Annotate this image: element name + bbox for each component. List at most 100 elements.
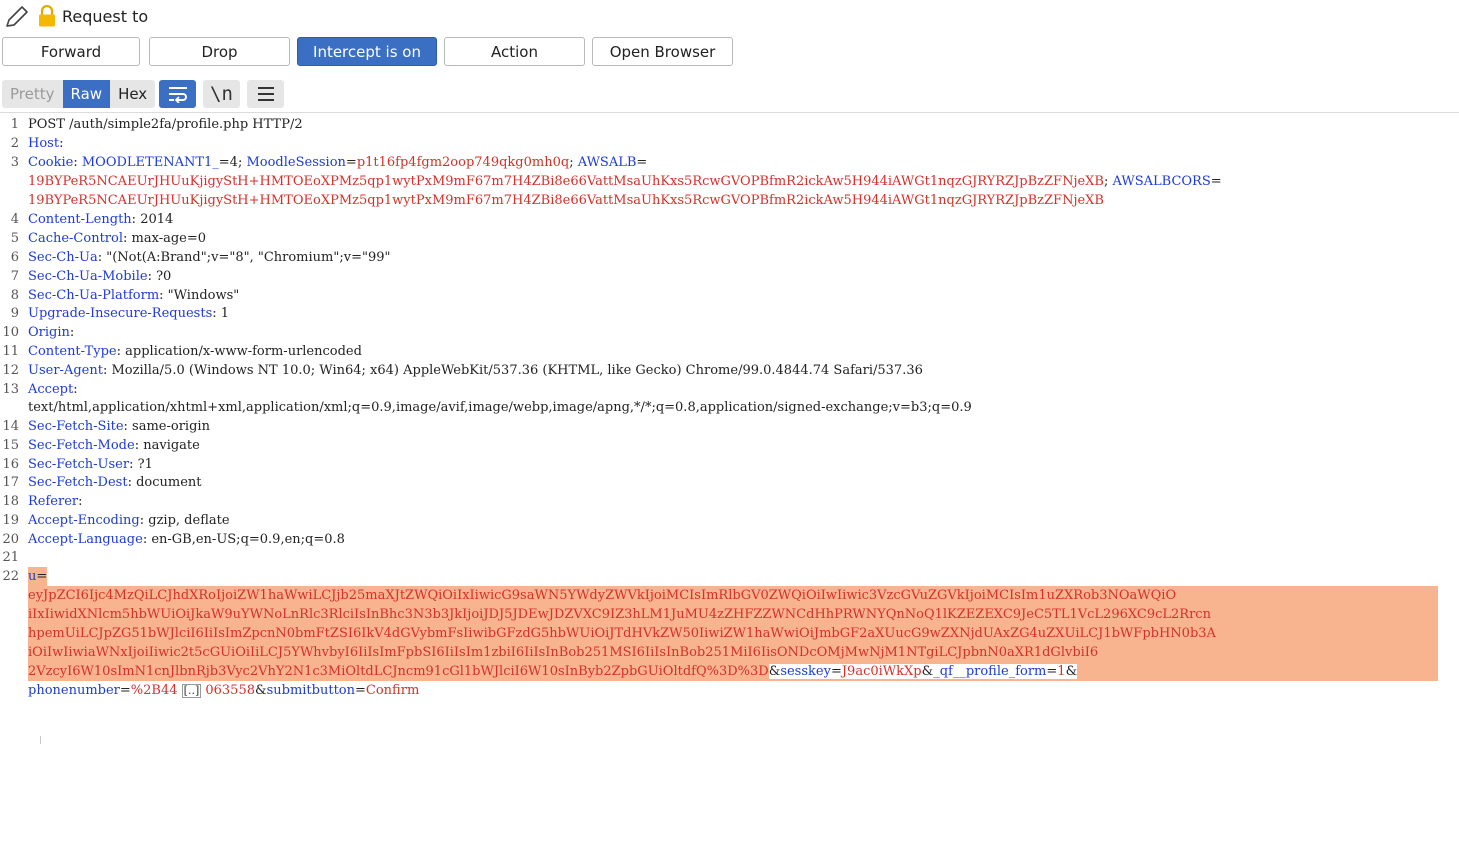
param-value: J9ac0iWkXp [841,664,922,679]
line-number: 20 [2,532,19,547]
param-value: %2B44 [130,683,178,698]
header-line: Sec-Ch-Ua-Mobile: ?0 [28,269,172,284]
forward-button[interactable]: Forward [2,37,140,66]
line-number: 16 [2,457,19,472]
header-key: Sec-Fetch-Dest [28,475,128,490]
header-key: Sec-Fetch-User [28,457,130,472]
header-line: Content-Type: application/x-www-form-url… [28,344,362,359]
header-value: 2014 [136,212,174,227]
header-line: Sec-Fetch-Mode: navigate [28,438,200,453]
cookie-line: Cookie: MOODLETENANT1_=4; MoodleSession=… [28,155,648,170]
param-value-line: iIxIiwidXNlcm5hbWUiOiJkaW9uYWNoLnRlc3Rlc… [28,607,1211,622]
header-key: Sec-Ch-Ua [28,250,98,265]
header-line: Sec-Fetch-Site: same-origin [28,419,210,434]
header-key: Sec-Fetch-Mode [28,438,135,453]
param-key: phonenumber [28,683,120,698]
collapsed-ellipsis[interactable]: [..] [181,683,202,698]
header-line: Cache-Control: max-age=0 [28,231,207,246]
param-value-line: 2VzcyI6W10sImN1cnJlbnRjb3Vyc2VhY2N1c3MiO… [28,664,769,679]
cookie-name: MOODLETENANT1_ [81,155,219,170]
cookie-value: =4; [218,155,247,170]
header-key: Host [28,136,60,151]
header-value: "(Not(A:Brand";v="8", "Chromium";v="99" [102,250,391,265]
header-line: User-Agent: Mozilla/5.0 (Windows NT 10.0… [28,363,923,378]
line-number: 22 [2,569,19,584]
header-value: max-age=0 [127,231,207,246]
header-key: Cache-Control [28,231,124,246]
request-title-bar: Request to [0,0,548,34]
header-line: Upgrade-Insecure-Requests: 1 [28,306,230,321]
wrap-lines-button[interactable] [159,80,196,108]
line-number: 5 [10,231,19,246]
param-key: sesskey [780,664,831,679]
header-value: same-origin [127,419,210,434]
intercept-toggle-button[interactable]: Intercept is on [297,37,437,66]
line-number: 11 [2,344,19,359]
header-key: User-Agent [28,363,103,378]
header-line: Sec-Ch-Ua-Platform: "Windows" [28,288,240,303]
editor-divider [0,112,1459,113]
header-value: navigate [139,438,200,453]
header-key: Content-Type [28,344,117,359]
line-number: 7 [10,269,19,284]
header-line: Sec-Fetch-User: ?1 [28,457,153,472]
header-line: Host: [28,136,64,151]
header-line: Content-Length: 2014 [28,212,174,227]
line-number: 13 [2,382,19,397]
cookie-value: 19BYPeR5NCAEUrJHUuKjigyStH+HMTOEoXPMz5qp… [28,193,1104,208]
header-value: 1 [216,306,230,321]
header-line: Origin: [28,325,75,340]
hamburger-menu-icon [257,87,274,101]
param-key: submitbutton [266,683,355,698]
header-key: Content-Length [28,212,132,227]
line-number: 12 [2,363,19,378]
param-value: 063558 [201,683,255,698]
tab-raw[interactable]: Raw [62,80,111,108]
header-value: "Windows" [163,288,240,303]
header-key: Cookie [28,155,74,170]
tab-hex[interactable]: Hex [110,80,155,108]
body-params-line: phonenumber=%2B44 [..] 063558&submitbutt… [28,683,420,698]
drop-button[interactable]: Drop [149,37,290,66]
param-key: u [28,569,37,584]
pencil-icon[interactable] [4,5,30,29]
line-number: 3 [10,155,19,170]
line-number: 17 [2,475,19,490]
header-line: Sec-Fetch-Dest: document [28,475,202,490]
cookie-value: p1t16fp4fgm2oop749qkg0mh0q [356,155,570,170]
show-newlines-button[interactable]: \n [203,80,240,108]
line-number: 14 [2,419,19,434]
line-number: 18 [2,494,19,509]
line-number: 4 [10,212,19,227]
action-button[interactable]: Action [444,37,585,66]
editor-menu-button[interactable] [247,80,284,108]
cookie-name: MoodleSession [246,155,346,170]
accept-value: text/html,application/xhtml+xml,applicat… [28,400,972,415]
tab-pretty[interactable]: Pretty [2,80,63,108]
header-key: Referer [28,494,79,509]
body-params-line: 2VzcyI6W10sImN1cnJlbnRjb3Vyc2VhY2N1c3MiO… [28,664,1078,679]
header-line: Referer: [28,494,83,509]
header-key: Origin [28,325,70,340]
cookie-name: AWSALBCORS [1112,174,1211,189]
view-mode-tabs: Pretty Raw Hex [2,80,156,108]
param-value-line: eyJpZCI6Ijc4MzQiLCJhdXRoIjoiZW1haWwiLCJj… [28,588,1177,603]
header-line: Sec-Ch-Ua: "(Not(A:Brand";v="8", "Chromi… [28,250,391,265]
cookie-value: 19BYPeR5NCAEUrJHUuKjigyStH+HMTOEoXPMz5qp… [28,174,1104,189]
header-line: Accept-Encoding: gzip, deflate [28,513,230,528]
header-key: Accept-Language [28,532,143,547]
request-line: POST /auth/simple2fa/profile.php HTTP/2 [28,117,303,132]
line-number: 9 [10,306,19,321]
open-browser-button[interactable]: Open Browser [592,37,733,66]
lock-icon [39,5,55,27]
header-value: ?1 [133,457,153,472]
text-cursor [40,736,41,744]
line-number: 1 [10,117,19,132]
line-number: 19 [2,513,19,528]
body-param: u= [28,569,48,584]
header-key: Accept-Encoding [28,513,140,528]
cookie-line-wrap: 19BYPeR5NCAEUrJHUuKjigyStH+HMTOEoXPMz5qp… [28,193,1104,208]
header-key: Accept [28,382,74,397]
header-line: Accept: [28,382,78,397]
header-value: application/x-www-form-urlencoded [121,344,362,359]
